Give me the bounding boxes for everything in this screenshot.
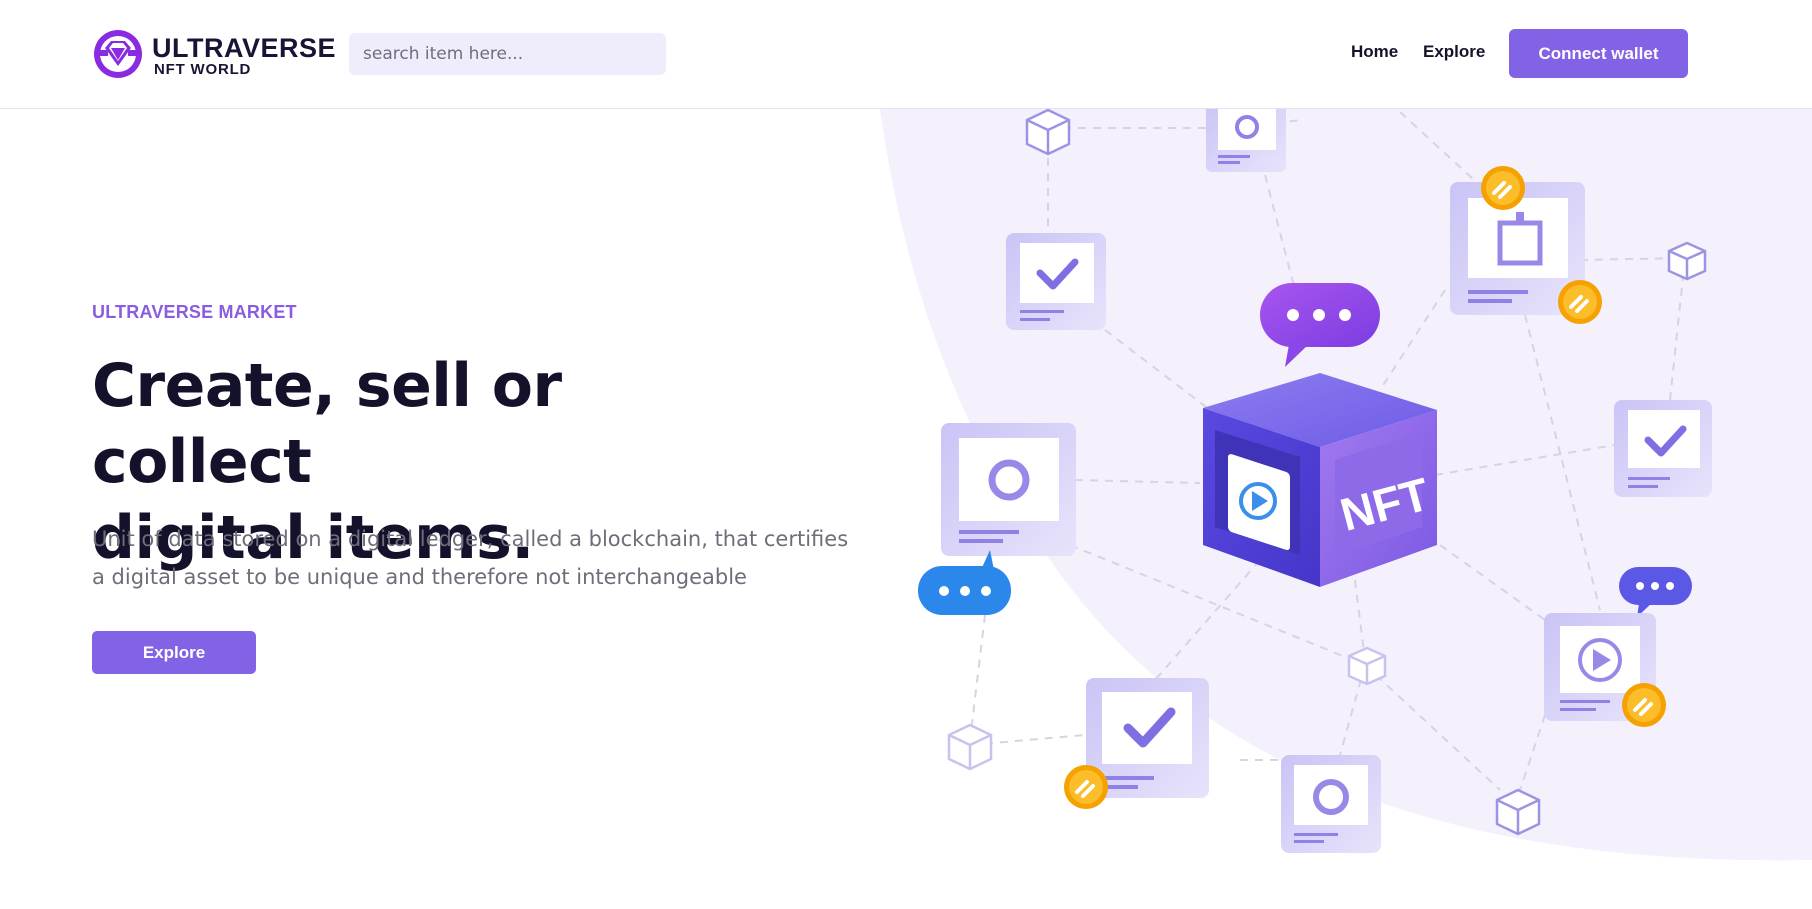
headline-line1: Create, sell or collect [92, 351, 562, 497]
nft-network-illustration: NFT [880, 109, 1812, 861]
wireframe-cube-icon [1495, 788, 1541, 836]
circle-card-icon [1206, 109, 1286, 172]
connect-wallet-button[interactable]: Connect wallet [1509, 29, 1688, 78]
chat-bubble-icon [918, 550, 1011, 615]
wireframe-cube-icon [947, 723, 993, 771]
hero-explore-button[interactable]: Explore [92, 631, 256, 674]
circle-card-icon [1281, 755, 1381, 853]
nav-explore-link[interactable]: Explore [1423, 42, 1485, 62]
wireframe-cube-icon [1025, 109, 1071, 156]
link-coin-icon [1558, 280, 1602, 324]
hero-description: Unit of data stored on a digital ledger,… [92, 527, 849, 589]
top-header: ULTRAVERSE NFT WORLD Home Explore Connec… [0, 0, 1812, 109]
hero-eyebrow: ULTRAVERSE MARKET [92, 302, 297, 322]
logo-wordmark: ULTRAVERSE NFT WORLD [152, 34, 336, 77]
logo-line2: NFT WORLD [154, 61, 252, 78]
diamond-logo-icon [94, 30, 142, 78]
logo-line1: ULTRAVERSE [152, 33, 337, 63]
check-card-icon [1006, 233, 1106, 330]
ultraverse-logo[interactable]: ULTRAVERSE NFT WORLD [92, 28, 336, 80]
nav-home-link[interactable]: Home [1351, 42, 1398, 62]
link-coin-icon [1481, 166, 1525, 210]
wireframe-cube-icon [1667, 241, 1707, 281]
wireframe-cube-icon [1347, 646, 1387, 686]
link-coin-icon [1064, 765, 1108, 809]
link-coin-icon [1622, 683, 1666, 727]
nft-cube-icon: NFT [1203, 373, 1437, 587]
check-card-icon [1614, 400, 1712, 497]
search-input[interactable] [349, 33, 666, 75]
circle-card-icon [941, 423, 1076, 556]
